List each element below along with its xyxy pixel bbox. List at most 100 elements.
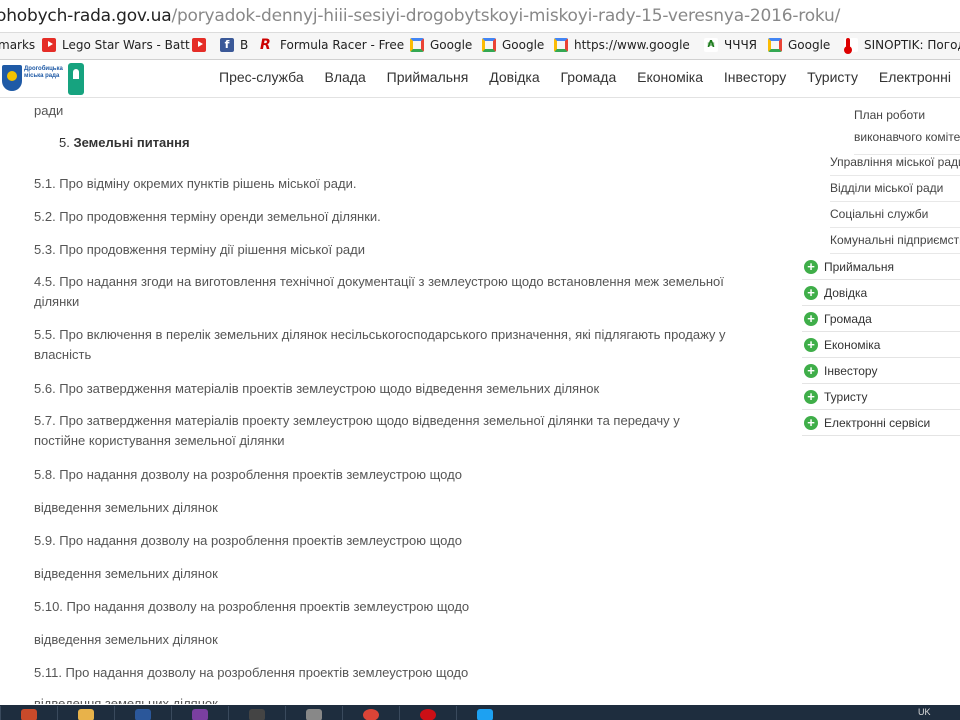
facebook-icon: f	[220, 38, 234, 52]
google-icon	[768, 38, 782, 52]
site-logo[interactable]: Дрогобицька міська рада	[2, 63, 84, 95]
sidebar-subitem-divisions[interactable]: Відділи міської ради	[830, 181, 960, 202]
section-number: 5.	[59, 135, 70, 150]
nav-item-press[interactable]: Прес-служба	[219, 69, 304, 85]
formula-racer-icon: R	[260, 37, 271, 53]
expand-plus-icon[interactable]: +	[804, 337, 818, 352]
bookmark-label: Google	[788, 38, 831, 52]
app-icon	[249, 709, 265, 720]
agenda-item: 5.8. Про надання дозволу на розроблення …	[34, 467, 462, 482]
agenda-item: 4.5. Про надання згоди на виготовлення т…	[34, 274, 724, 309]
bookmarks-bar: marks Lego Star Wars - Batt f B R Formul…	[0, 33, 960, 60]
google-icon	[410, 38, 424, 52]
bookmark-item[interactable]: R Formula Racer - Free	[260, 38, 404, 52]
sidebar-item-tourist[interactable]: + Туристу	[802, 384, 960, 410]
agenda-item: відведення земельних ділянок	[34, 500, 218, 515]
agenda-item: 5.2. Про продовження терміну оренди земе…	[34, 209, 381, 224]
sidebar-item-label: Економіка	[824, 337, 881, 352]
taskbar-app[interactable]	[285, 706, 341, 720]
expand-plus-icon[interactable]: +	[804, 389, 818, 404]
bookmark-item[interactable]	[192, 38, 212, 52]
sidebar-item-label: Інвестору	[824, 363, 878, 378]
youtube-icon	[192, 38, 206, 52]
word-icon	[135, 709, 151, 720]
nav-item-economy[interactable]: Економіка	[637, 69, 703, 85]
taskbar-app[interactable]	[171, 706, 227, 720]
taskbar-app[interactable]	[0, 706, 56, 720]
bookmark-item[interactable]: marks	[0, 38, 35, 52]
bookmark-item[interactable]: https://www.google.c	[554, 38, 690, 52]
nav-item-community[interactable]: Громада	[561, 69, 617, 85]
sidebar-item-label: Туристу	[824, 389, 868, 404]
expand-plus-icon[interactable]: +	[804, 311, 818, 326]
nav-item-reception[interactable]: Приймальня	[387, 69, 469, 85]
bookmark-label: B	[240, 38, 249, 52]
sidebar-item-reference[interactable]: + Довідка	[802, 280, 960, 306]
agenda-item: 5.6. Про затвердження матеріалів проекті…	[34, 381, 600, 396]
taskbar-app[interactable]	[399, 706, 455, 720]
bookmark-item[interactable]: SINOPTIK: Погода	[844, 38, 960, 54]
expand-plus-icon[interactable]: +	[804, 415, 818, 430]
bookmark-label: ЧЧЧЯ	[724, 38, 758, 52]
sidebar-subitem-communal-enterprises[interactable]: Комунальні підприємства	[830, 233, 960, 254]
app-icon	[21, 709, 37, 720]
bookmark-label: SINOPTIK: Погода	[864, 38, 960, 52]
bookmark-item[interactable]: ₳ ЧЧЧЯ	[704, 38, 757, 52]
main-nav: Прес-служба Влада Приймальня Довідка Гро…	[219, 69, 960, 85]
section-title: Земельні питання	[73, 135, 190, 150]
twitter-icon	[477, 709, 493, 720]
taskbar-app[interactable]	[342, 706, 398, 720]
logo-text: Дрогобицька міська рада	[24, 66, 63, 79]
google-icon	[482, 38, 496, 52]
bookmark-label: marks	[0, 38, 36, 52]
sidebar-item-investor[interactable]: + Інвестору	[802, 358, 960, 384]
agenda-item: 5.7. Про затвердження матеріалів проекту…	[34, 413, 680, 448]
agenda-item: відведення земельних ділянок	[34, 566, 218, 581]
bookmark-item[interactable]: Google	[768, 38, 830, 52]
sidebar-item-electronic-services[interactable]: + Електронні сервіси	[802, 410, 960, 436]
nav-item-investor[interactable]: Інвестору	[724, 69, 786, 85]
taskbar-app[interactable]	[114, 706, 170, 720]
nav-item-reference[interactable]: Довідка	[489, 69, 539, 85]
url-text[interactable]: ohobych-rada.gov.ua/poryadok-dennyj-hiii…	[0, 6, 840, 26]
address-bar[interactable]: ohobych-rada.gov.ua/poryadok-dennyj-hiii…	[0, 0, 960, 33]
bookmark-item[interactable]: Lego Star Wars - Batt	[42, 38, 190, 52]
expand-plus-icon[interactable]: +	[804, 363, 818, 378]
bookmark-label: Google	[502, 38, 545, 52]
taskbar-app[interactable]	[57, 706, 113, 720]
sidebar-item-economy[interactable]: + Економіка	[802, 332, 960, 358]
url-host: ohobych-rada.gov.ua	[0, 6, 172, 26]
town-hall-icon	[68, 63, 84, 95]
sidebar-subitem-departments-council[interactable]: Управління міської ради	[830, 155, 960, 176]
nav-item-tourist[interactable]: Туристу	[807, 69, 858, 85]
sidebar-subitem-social-services[interactable]: Соціальні служби	[830, 207, 960, 228]
taskbar-app[interactable]	[228, 706, 284, 720]
bookmark-item[interactable]: Google	[482, 38, 544, 52]
agenda-item: 5.1. Про відміну окремих пунктів рішень …	[34, 176, 357, 191]
agenda-item: 5.5. Про включення в перелік земельних д…	[34, 327, 726, 362]
nav-item-government[interactable]: Влада	[325, 69, 366, 85]
agenda-item: 5.9. Про надання дозволу на розроблення …	[34, 533, 462, 548]
text-line: ради	[34, 103, 64, 118]
sidebar-subitem-work-plan[interactable]: План роботи виконавчого комітету	[854, 104, 960, 155]
bookmark-item[interactable]: Google	[410, 38, 472, 52]
chchch-icon: ₳	[704, 38, 718, 52]
youtube-icon	[42, 38, 56, 52]
url-path: /poryadok-dennyj-hiii-sesiyi-drogobytsko…	[171, 6, 841, 26]
sidebar-item-community[interactable]: + Громада	[802, 306, 960, 332]
bookmark-label: Formula Racer - Free	[280, 38, 405, 52]
sinoptik-icon	[844, 38, 858, 54]
sidebar-item-label: Електронні сервіси	[824, 415, 931, 430]
coat-of-arms-icon	[2, 65, 22, 91]
media-icon	[192, 709, 208, 720]
agenda-item: відведення земельних ділянок	[34, 696, 218, 704]
sidebar-item-label: Громада	[824, 311, 872, 326]
expand-plus-icon[interactable]: +	[804, 285, 818, 300]
nav-item-electronic[interactable]: Електронні	[879, 69, 951, 85]
os-taskbar: UK	[0, 705, 960, 720]
bookmark-item[interactable]: f B	[220, 38, 248, 52]
taskbar-app[interactable]	[456, 706, 512, 720]
sidebar-item-reception[interactable]: + Приймальня	[802, 254, 960, 280]
expand-plus-icon[interactable]: +	[804, 259, 818, 274]
folder-icon	[78, 709, 94, 720]
